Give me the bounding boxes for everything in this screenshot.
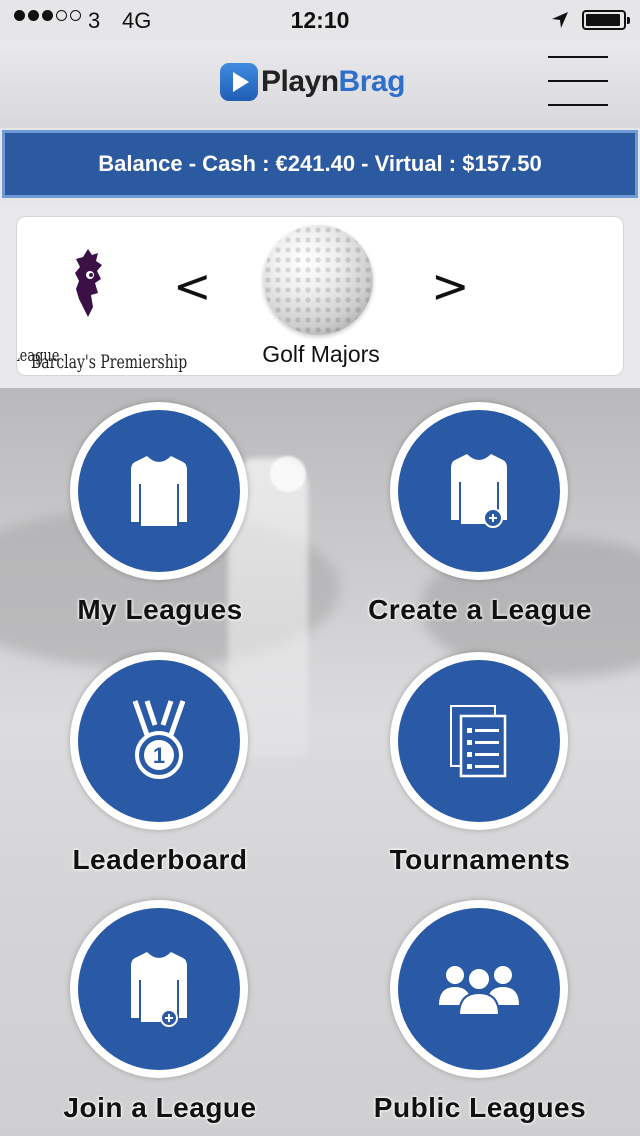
tournaments-button[interactable]: Tournaments — [320, 638, 620, 878]
location-arrow-icon — [552, 12, 568, 28]
tournaments-circle[interactable] — [390, 652, 568, 830]
sport-selector-panel: League Barclay's Premiership < > Golf Ma… — [0, 204, 640, 388]
shirt-join-icon — [131, 952, 187, 1027]
premier-league-lion-icon — [75, 249, 102, 317]
create-league-circle[interactable] — [390, 402, 568, 580]
app-header: PlaynBrag — [0, 40, 640, 128]
next-arrow-button[interactable]: > — [431, 259, 470, 313]
main-menu: My Leagues Create a League 1 Leaderboard… — [0, 388, 640, 1136]
join-a-league-button[interactable]: Join a League — [0, 886, 300, 1126]
status-bar: 3 4G 12:10 — [0, 0, 640, 40]
leaderboard-label: Leaderboard — [72, 844, 248, 875]
previous-arrow-button[interactable]: < — [173, 259, 212, 313]
hamburger-menu-icon[interactable] — [548, 56, 608, 108]
public-leagues-label: Public Leagues — [373, 1092, 587, 1123]
group-icon — [439, 966, 519, 1016]
document-list-icon — [450, 705, 507, 778]
battery-icon — [582, 10, 630, 30]
play-icon — [220, 63, 258, 101]
medal-icon: 1 — [132, 700, 186, 779]
join-a-league-label: Join a League — [63, 1092, 257, 1123]
svg-text:1: 1 — [153, 743, 165, 768]
logo-text: PlaynBrag — [261, 65, 405, 98]
app-logo: PlaynBrag — [220, 63, 405, 101]
shirt-add-icon — [451, 454, 507, 528]
previous-sport-item[interactable]: League Barclay's Premiership — [16, 237, 187, 373]
my-leagues-button[interactable]: My Leagues — [0, 388, 300, 628]
clock: 12:10 — [290, 7, 350, 33]
golf-ball-icon[interactable] — [263, 225, 373, 335]
current-sport-label: Golf Majors — [262, 341, 380, 367]
my-leagues-label: My Leagues — [77, 594, 243, 625]
public-leagues-circle[interactable] — [390, 900, 568, 1078]
my-leagues-circle[interactable] — [70, 402, 248, 580]
leaderboard-button[interactable]: 1 Leaderboard — [0, 638, 300, 878]
join-league-circle[interactable] — [70, 900, 248, 1078]
lion-logo-partial-icon — [16, 267, 17, 307]
balance-banner: Balance - Cash : €241.40 - Virtual : $15… — [2, 130, 638, 198]
sport-selector-card: League Barclay's Premiership < > Golf Ma… — [16, 216, 624, 376]
leaderboard-circle[interactable]: 1 — [70, 652, 248, 830]
create-a-league-label: Create a League — [368, 594, 592, 625]
create-a-league-button[interactable]: Create a League — [320, 388, 620, 628]
public-leagues-button[interactable]: Public Leagues — [320, 886, 620, 1126]
shirt-icon — [131, 456, 187, 526]
tournaments-label: Tournaments — [389, 844, 571, 875]
